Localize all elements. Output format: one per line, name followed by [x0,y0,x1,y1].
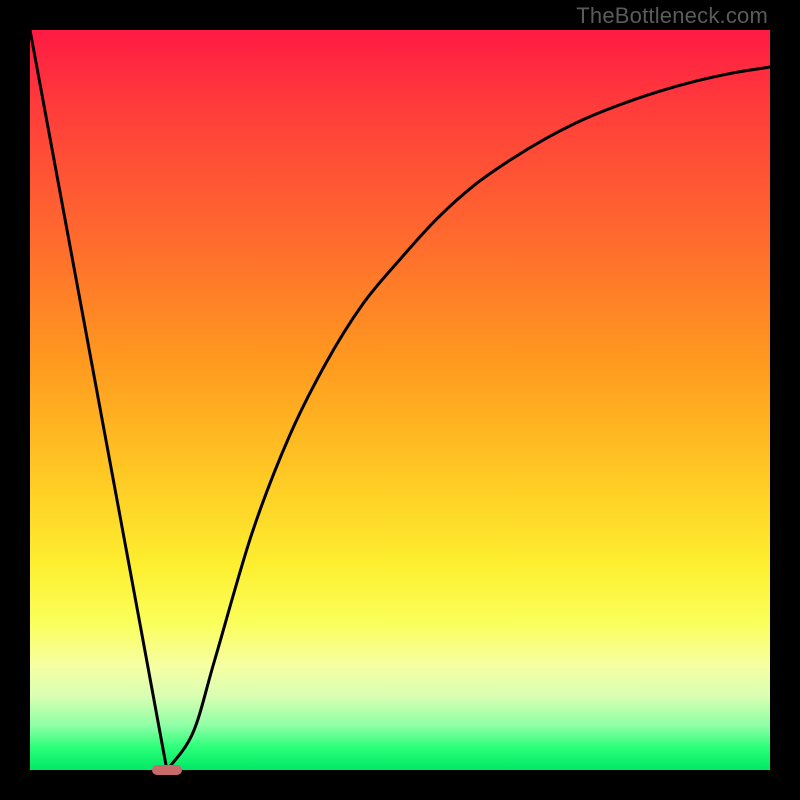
bottleneck-curve [30,30,770,770]
watermark-text: TheBottleneck.com [576,3,768,29]
curve-layer [30,30,770,770]
optimal-marker [152,765,182,775]
chart-frame: TheBottleneck.com [0,0,800,800]
plot-area [30,30,770,770]
